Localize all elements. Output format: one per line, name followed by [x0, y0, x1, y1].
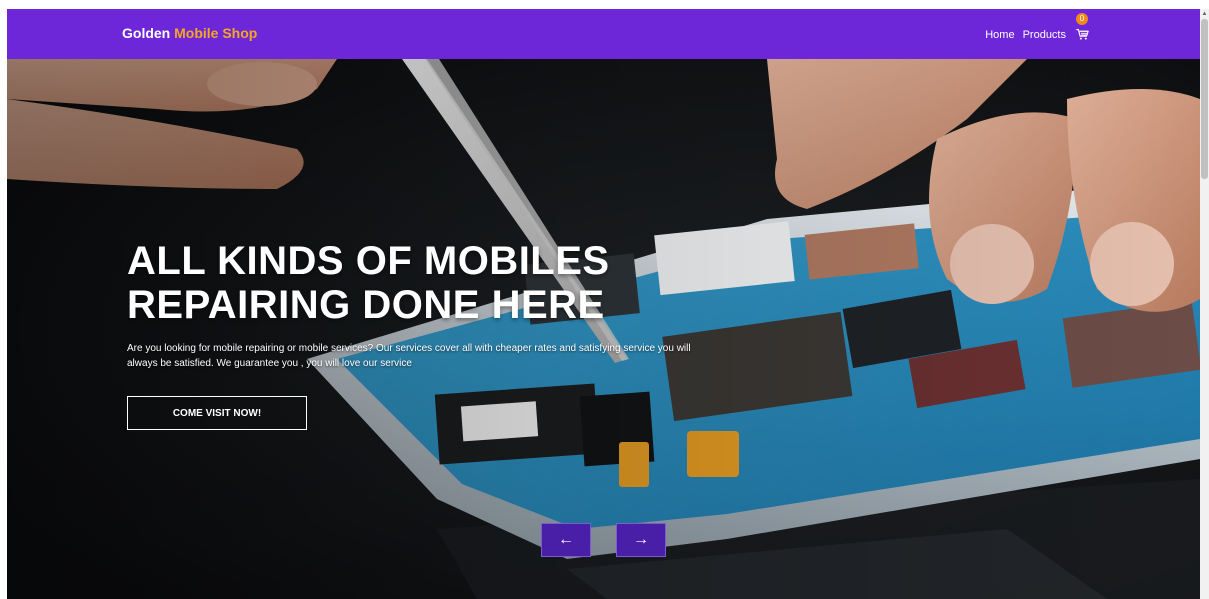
page-scrollbar[interactable]: ▲: [1200, 9, 1209, 599]
brand-name-mobile-shop: Mobile Shop: [174, 25, 258, 41]
hero-description: Are you looking for mobile repairing or …: [127, 343, 691, 369]
hero-title: ALL KINDS OF MOBILES REPAIRING DONE HERE: [127, 239, 610, 327]
top-navbar: Golden Mobile Shop Home Products 0: [7, 9, 1200, 59]
cart-count-badge: 0: [1076, 13, 1088, 25]
carousel-prev-button[interactable]: ←: [541, 523, 591, 557]
hero-carousel: ALL KINDS OF MOBILES REPAIRING DONE HERE…: [7, 59, 1200, 599]
scroll-up-icon[interactable]: ▲: [1200, 9, 1209, 19]
hero-overlay: [7, 59, 1200, 599]
scrollbar-thumb[interactable]: [1201, 19, 1208, 179]
brand-logo[interactable]: Golden Mobile Shop: [122, 25, 257, 41]
carousel-next-button[interactable]: →: [616, 523, 666, 557]
cart-icon: [1076, 29, 1089, 40]
nav-link-products[interactable]: Products: [1023, 29, 1066, 41]
nav-link-home[interactable]: Home: [985, 29, 1014, 41]
brand-name-golden: Golden: [122, 25, 175, 41]
cart-button[interactable]: 0: [1076, 13, 1090, 42]
page-viewport: Golden Mobile Shop Home Products 0 ALL K…: [7, 9, 1200, 599]
nav-links: Home Products 0: [985, 13, 1090, 42]
arrow-right-icon: →: [633, 531, 649, 548]
arrow-left-icon: ←: [558, 531, 574, 548]
come-visit-button[interactable]: COME VISIT NOW!: [127, 396, 307, 430]
